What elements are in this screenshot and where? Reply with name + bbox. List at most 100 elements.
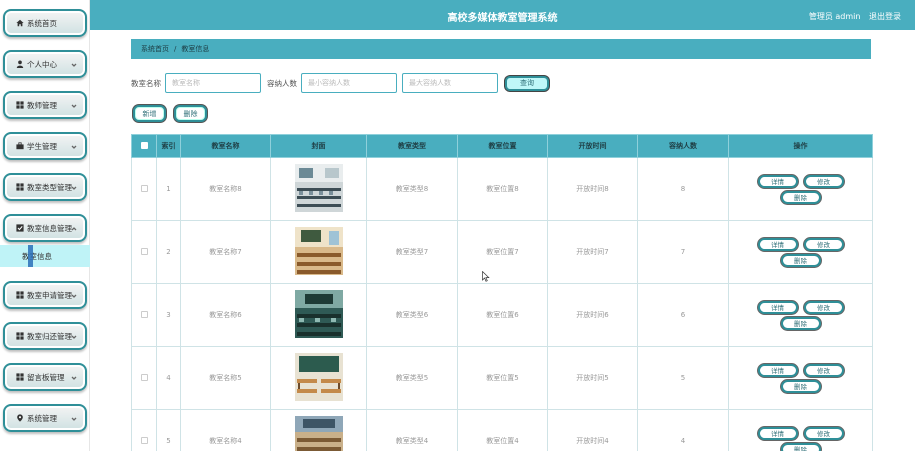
sidebar-item-classroom-return[interactable]: 教室归还管理 (3, 322, 87, 350)
grid-icon (15, 101, 24, 110)
sidebar-item-classroom-type[interactable]: 教室类型管理 (3, 173, 87, 201)
edit-button[interactable]: 修改 (803, 363, 844, 377)
row-actions: 详情 修改 删除 (751, 426, 851, 451)
sidebar-item-classroom-info[interactable]: 教室信息管理 (3, 214, 87, 242)
edit-button[interactable]: 修改 (803, 237, 844, 251)
column-header: 索引 (156, 134, 181, 158)
sidebar-item-student[interactable]: 学生管理 (3, 132, 87, 160)
grid-icon (15, 332, 24, 341)
sidebar-item-label: 教师管理 (27, 100, 57, 110)
sidebar: 系统首页 个人中心 教师管理 学生管理 教室类型管理 教室信息管理 教室信息 教… (0, 0, 90, 451)
row-delete-button[interactable]: 删除 (780, 442, 821, 451)
row-checkbox[interactable] (140, 247, 148, 255)
select-all-checkbox[interactable] (140, 141, 148, 149)
min-placeholder: 最小容纳人数 (308, 79, 350, 87)
sidebar-item-message-board[interactable]: 留言板管理 (3, 363, 87, 391)
grid-icon (15, 373, 24, 382)
add-button[interactable]: 新增 (133, 105, 166, 122)
row-checkbox[interactable] (140, 184, 148, 192)
name-label: 教室名称 (131, 78, 161, 88)
toolbar: 新增 删除 (133, 105, 215, 122)
row-location: 教室位置8 (457, 157, 548, 221)
user-area: 管理员 admin 退出登录 (803, 11, 901, 22)
row-capacity: 6 (637, 283, 729, 347)
detail-button[interactable]: 详情 (757, 363, 798, 377)
search-bar: 教室名称 教室名称 容纳人数 最小容纳人数 最大容纳人数 查询 (131, 73, 549, 93)
breadcrumb: 系统首页 / 教室信息 (131, 39, 871, 59)
capacity-label: 容纳人数 (267, 78, 297, 88)
sidebar-item-classroom-apply[interactable]: 教室申请管理 (3, 281, 87, 309)
row-capacity: 7 (637, 220, 729, 284)
row-name: 教室名称8 (180, 157, 271, 221)
table-row: 4 教室名称5 教室类型5 教室位置5 开放时间5 5 详情 修改 删除 (131, 346, 873, 410)
location-icon (15, 414, 24, 423)
row-capacity: 8 (637, 157, 729, 221)
query-button[interactable]: 查询 (505, 75, 549, 91)
row-checkbox[interactable] (140, 310, 148, 318)
mouse-cursor-icon (482, 271, 490, 282)
edit-button[interactable]: 修改 (803, 426, 844, 440)
sidebar-item-system[interactable]: 系统管理 (3, 404, 87, 432)
row-actions: 详情 修改 删除 (751, 174, 851, 204)
sidebar-item-label: 系统管理 (27, 413, 57, 423)
row-delete-button[interactable]: 删除 (780, 316, 821, 330)
row-checkbox[interactable] (140, 373, 148, 381)
select-all-cell[interactable] (131, 134, 157, 158)
sidebar-item-label: 教室信息管理 (27, 223, 72, 233)
table-row: 3 教室名称6 教室类型6 教室位置6 开放时间6 6 详情 修改 删除 (131, 283, 873, 347)
table-row: 5 教室名称4 教室类型4 教室位置4 开放时间4 4 详情 修改 删除 (131, 409, 873, 451)
row-location: 教室位置6 (457, 283, 548, 347)
sidebar-subitem-classroom-info[interactable]: 教室信息 (0, 245, 90, 267)
detail-button[interactable]: 详情 (757, 426, 798, 440)
sidebar-item-personal-center[interactable]: 个人中心 (3, 50, 87, 78)
checkbox-icon (15, 224, 24, 233)
column-header: 开放时间 (547, 134, 638, 158)
sidebar-item-teacher[interactable]: 教师管理 (3, 91, 87, 119)
max-capacity-input[interactable]: 最大容纳人数 (402, 73, 498, 93)
table-header-row: 索引 教室名称 封面 教室类型 教室位置 开放时间 容纳人数 操作 (131, 134, 873, 158)
row-delete-button[interactable]: 删除 (780, 253, 821, 267)
chevron-down-icon (71, 333, 77, 339)
detail-button[interactable]: 详情 (757, 300, 798, 314)
active-marker (28, 245, 33, 267)
column-header: 容纳人数 (637, 134, 729, 158)
breadcrumb-home[interactable]: 系统首页 (141, 44, 169, 54)
row-checkbox[interactable] (140, 436, 148, 444)
column-header: 教室类型 (366, 134, 458, 158)
edit-button[interactable]: 修改 (803, 174, 844, 188)
row-actions: 详情 修改 删除 (751, 363, 851, 393)
edit-button[interactable]: 修改 (803, 300, 844, 314)
row-index: 4 (156, 346, 181, 410)
logout-link[interactable]: 退出登录 (869, 12, 901, 21)
detail-button[interactable]: 详情 (757, 237, 798, 251)
name-input[interactable]: 教室名称 (165, 73, 261, 93)
row-index: 2 (156, 220, 181, 284)
row-open-time: 开放时间7 (547, 220, 638, 284)
sidebar-item-label: 学生管理 (27, 141, 57, 151)
row-capacity: 4 (637, 409, 729, 451)
classroom-table: 索引 教室名称 封面 教室类型 教室位置 开放时间 容纳人数 操作 1 教室名称… (131, 134, 873, 451)
sidebar-subitem-label: 教室信息 (22, 251, 52, 261)
sidebar-item-home[interactable]: 系统首页 (3, 9, 87, 37)
row-delete-button[interactable]: 删除 (780, 190, 821, 204)
max-placeholder: 最大容纳人数 (409, 79, 451, 87)
table-row: 1 教室名称8 教室类型8 教室位置8 开放时间8 8 详情 修改 删除 (131, 157, 873, 221)
row-delete-button[interactable]: 删除 (780, 379, 821, 393)
chevron-down-icon (71, 184, 77, 190)
sidebar-item-label: 个人中心 (27, 59, 57, 69)
row-name: 教室名称4 (180, 409, 271, 451)
delete-button[interactable]: 删除 (174, 105, 207, 122)
row-open-time: 开放时间6 (547, 283, 638, 347)
row-location: 教室位置7 (457, 220, 548, 284)
detail-button[interactable]: 详情 (757, 174, 798, 188)
top-header: 高校多媒体教室管理系统 管理员 admin 退出登录 (90, 0, 915, 30)
name-placeholder: 教室名称 (172, 79, 200, 87)
chevron-down-icon (71, 143, 77, 149)
cover-image (294, 227, 343, 275)
grid-icon (15, 183, 24, 192)
chevron-down-icon (71, 61, 77, 67)
cover-image (294, 164, 343, 212)
row-name: 教室名称6 (180, 283, 271, 347)
chevron-up-icon (71, 225, 77, 231)
min-capacity-input[interactable]: 最小容纳人数 (301, 73, 397, 93)
